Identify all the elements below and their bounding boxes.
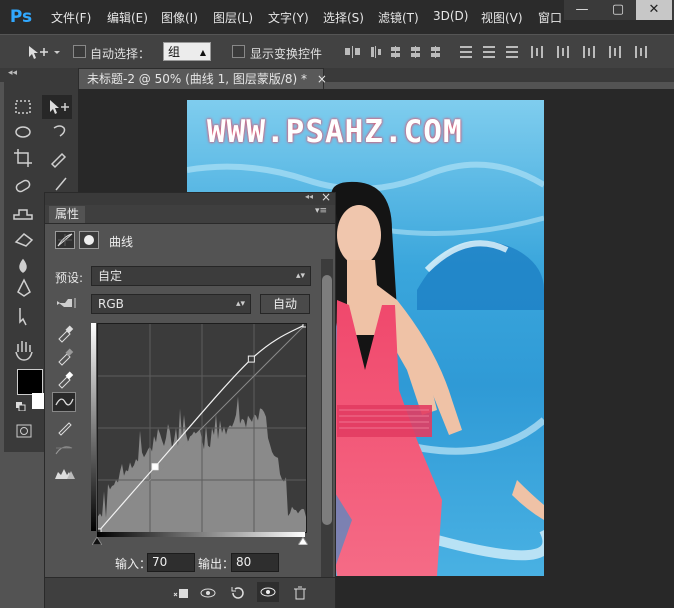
curve-control-point[interactable]: [247, 355, 255, 363]
curve-plot[interactable]: [94, 320, 310, 536]
maximize-button[interactable]: ▢: [600, 0, 636, 20]
auto-select-label: 自动选择：: [90, 47, 151, 61]
channel-value: RGB: [98, 297, 124, 311]
document-tab-close-icon[interactable]: ×: [317, 72, 327, 86]
auto-select-checkbox[interactable]: [73, 45, 86, 58]
auto-button[interactable]: 自动: [260, 294, 310, 314]
panel-close-icon[interactable]: ×: [321, 190, 331, 204]
smooth-curve-icon[interactable]: [53, 440, 75, 460]
panel-scrollbar[interactable]: [321, 259, 333, 579]
toggle-visibility-icon[interactable]: [257, 582, 279, 602]
properties-panel: ◂◂ × 属性 ▾≡ 曲线 预设: 自定 ▴▾ RGB ▴▾ 自动 输入： 70…: [44, 190, 336, 608]
curve-graph[interactable]: [94, 320, 310, 536]
properties-footer: [45, 577, 335, 608]
show-transform-label: 显示变换控件: [250, 47, 323, 61]
preset-label: 预设:: [55, 271, 84, 285]
align-distribute-icons[interactable]: [335, 43, 674, 61]
clip-to-layer-icon[interactable]: [173, 586, 189, 600]
preset-value: 自定: [98, 269, 123, 283]
output-value-field[interactable]: 80: [231, 553, 279, 572]
menu-bar: Ps 文件(F) 编辑(E) 图像(I) 图层(L) 文字(Y) 选择(S) 滤…: [0, 0, 674, 34]
move-tool-preset-icon[interactable]: [26, 43, 62, 61]
view-previous-state-icon[interactable]: [199, 586, 216, 600]
default-colors-icon[interactable]: [16, 400, 26, 412]
auto-select-target-value: 组: [168, 45, 181, 59]
menu-image[interactable]: 图像(I): [161, 9, 198, 26]
document-tab-title: 未标题-2 @ 50% (曲线 1, 图层蒙版/8) *: [87, 72, 308, 86]
curve-control-point[interactable]: [302, 320, 310, 328]
black-point-slider[interactable]: [91, 534, 103, 546]
options-bar: 自动选择： 组 ▲ 显示变换控件: [0, 34, 674, 70]
scrollbar-thumb[interactable]: [322, 275, 332, 525]
menu-view[interactable]: 视图(V): [481, 9, 523, 26]
reset-adjustment-icon[interactable]: [229, 586, 245, 600]
black-point-eyedropper-icon[interactable]: [53, 323, 75, 343]
menu-filter[interactable]: 滤镜(T): [378, 9, 419, 26]
curve-edit-points-icon[interactable]: [52, 392, 76, 412]
collapse-toolbar-icon[interactable]: ◂◂: [8, 68, 17, 78]
channel-dropdown[interactable]: RGB ▴▾: [91, 294, 251, 314]
panel-collapse-icon[interactable]: ◂◂: [305, 192, 313, 201]
app-logo: Ps: [9, 7, 33, 27]
menu-file[interactable]: 文件(F): [51, 9, 91, 26]
window-controls: — ▢ ✕: [564, 0, 674, 20]
menu-select[interactable]: 选择(S): [323, 9, 364, 26]
auto-select-target-dropdown[interactable]: 组 ▲: [163, 42, 211, 61]
gray-point-eyedropper-icon[interactable]: [53, 346, 75, 366]
white-point-slider[interactable]: [297, 534, 309, 546]
output-gradient-bar: [91, 323, 96, 531]
dropdown-arrow-icon: ▲: [199, 48, 206, 57]
menu-window[interactable]: 窗口: [538, 9, 562, 26]
quick-mask-icon[interactable]: [16, 424, 32, 438]
properties-tab-row: 属性 ▾≡: [45, 205, 335, 224]
show-transform-checkbox[interactable]: [232, 45, 245, 58]
adjustment-title: 曲线: [109, 235, 134, 249]
pencil-draw-icon[interactable]: [53, 417, 75, 437]
properties-panel-header: ◂◂ ×: [45, 190, 335, 205]
foreground-color-swatch[interactable]: [17, 369, 43, 395]
delete-adjustment-icon[interactable]: [291, 586, 307, 600]
menu-layer[interactable]: 图层(L): [213, 9, 253, 26]
menu-edit[interactable]: 编辑(E): [107, 9, 148, 26]
white-point-eyedropper-icon[interactable]: [53, 369, 75, 389]
menu-type[interactable]: 文字(Y): [268, 9, 309, 26]
input-gradient-bar: [97, 532, 305, 537]
panel-menu-icon[interactable]: ▾≡: [315, 206, 327, 216]
tab-properties[interactable]: 属性: [49, 206, 86, 223]
curve-control-point[interactable]: [151, 463, 159, 471]
output-label: 输出：: [198, 557, 235, 571]
minimize-button[interactable]: —: [564, 0, 600, 20]
on-image-adjust-hand-icon[interactable]: [55, 294, 79, 312]
dropdown-arrow-icon: ▴▾: [235, 299, 245, 309]
watermark-text: WWW.PSAHZ.COM: [207, 114, 463, 150]
close-button[interactable]: ✕: [636, 0, 672, 20]
mask-icon[interactable]: [79, 231, 99, 249]
menu-3d[interactable]: 3D(D): [433, 9, 468, 23]
dropdown-arrow-icon: ▴▾: [295, 271, 305, 281]
input-value-field[interactable]: 70: [147, 553, 195, 572]
input-label: 输入：: [115, 557, 152, 571]
preset-dropdown[interactable]: 自定 ▴▾: [91, 266, 311, 286]
curves-adjustment-icon[interactable]: [55, 231, 75, 249]
clipping-warning-icon[interactable]: [53, 463, 75, 483]
document-tab[interactable]: 未标题-2 @ 50% (曲线 1, 图层蒙版/8) * ×: [78, 68, 327, 89]
